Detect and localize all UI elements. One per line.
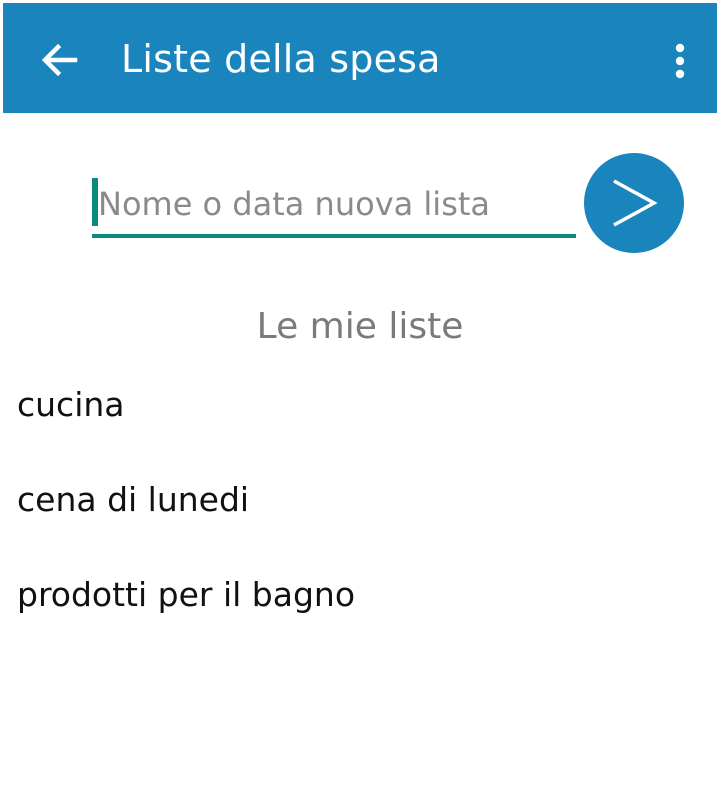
lists-list: cucina cena di lunedi prodotti per il ba…	[0, 372, 720, 657]
more-vert-icon	[675, 43, 685, 79]
list-item[interactable]: prodotti per il bagno	[0, 562, 720, 657]
list-item[interactable]: cena di lunedi	[0, 467, 720, 562]
arrow-left-icon	[41, 43, 78, 77]
list-item[interactable]: cucina	[0, 372, 720, 467]
create-list-button[interactable]	[584, 153, 684, 253]
app-bar: Liste della spesa	[3, 3, 717, 113]
section-title: Le mie liste	[256, 306, 464, 347]
input-underline	[92, 234, 576, 238]
new-list-field	[92, 176, 578, 238]
text-cursor	[92, 178, 98, 226]
new-list-input[interactable]	[92, 176, 578, 232]
overflow-menu-button[interactable]	[667, 37, 693, 85]
page-title: Liste della spesa	[121, 37, 441, 81]
chevron-right-icon	[613, 179, 658, 227]
back-button[interactable]	[31, 35, 87, 85]
